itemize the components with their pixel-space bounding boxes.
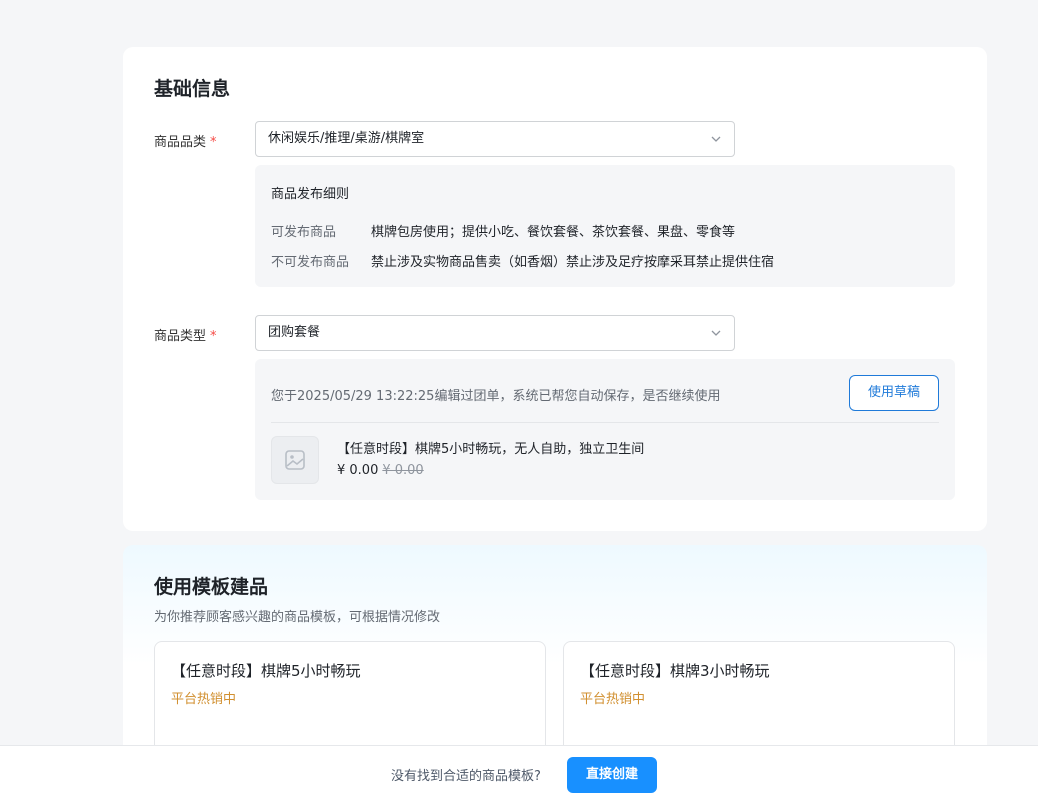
required-mark: * bbox=[210, 135, 217, 150]
footer-bar: 没有找到合适的商品模板? 直接创建 bbox=[0, 745, 1038, 803]
publish-rules-panel: 商品发布细则 可发布商品 棋牌包房使用；提供小吃、餐饮套餐、茶饮套餐、果盘、零食等… bbox=[255, 165, 955, 287]
type-select[interactable]: 团购套餐 bbox=[255, 315, 735, 351]
type-label-text: 商品类型 bbox=[154, 329, 207, 344]
forbidden-rule-row: 不可发布商品 禁止涉及实物商品售卖（如香烟）禁止涉及足疗按摩采耳禁止提供住宿 bbox=[271, 251, 774, 270]
type-select-value: 团购套餐 bbox=[268, 325, 321, 340]
category-label: 商品品类 * bbox=[154, 131, 217, 150]
template-item-title: 【任意时段】棋牌3小时畅玩 bbox=[580, 662, 770, 680]
chevron-down-icon bbox=[710, 122, 722, 156]
draft-message: 您于2025/05/29 13:22:25编辑过团单，系统已帮您自动保存，是否继… bbox=[271, 389, 721, 404]
draft-product-name: 【任意时段】棋牌5小时畅玩，无人自助，独立卫生间 bbox=[337, 442, 645, 457]
template-item-tag: 平台热销中 bbox=[171, 692, 237, 707]
draft-divider bbox=[271, 422, 939, 423]
use-draft-button[interactable]: 使用草稿 bbox=[849, 375, 939, 411]
draft-price-original: ¥ 0.00 bbox=[382, 463, 424, 478]
template-item-tag: 平台热销中 bbox=[580, 692, 646, 707]
basic-info-title: 基础信息 bbox=[154, 78, 231, 100]
template-subtitle: 为你推荐顾客感兴趣的商品模板，可根据情况修改 bbox=[154, 610, 441, 625]
draft-panel: 您于2025/05/29 13:22:25编辑过团单，系统已帮您自动保存，是否继… bbox=[255, 359, 955, 500]
allowed-key: 可发布商品 bbox=[271, 225, 337, 240]
chevron-down-icon bbox=[710, 316, 722, 350]
create-directly-button[interactable]: 直接创建 bbox=[566, 756, 657, 793]
draft-price-current: ¥ 0.00 bbox=[337, 463, 379, 478]
footer-text: 没有找到合适的商品模板? bbox=[391, 769, 541, 784]
rules-title: 商品发布细则 bbox=[271, 187, 350, 202]
category-select-value: 休闲娱乐/推理/桌游/棋牌室 bbox=[268, 131, 425, 146]
forbidden-key: 不可发布商品 bbox=[271, 255, 350, 270]
template-item-title: 【任意时段】棋牌5小时畅玩 bbox=[171, 662, 361, 680]
allowed-rule-row: 可发布商品 棋牌包房使用；提供小吃、餐饮套餐、茶饮套餐、果盘、零食等 bbox=[271, 221, 735, 240]
type-label: 商品类型 * bbox=[154, 325, 217, 344]
image-placeholder-icon bbox=[271, 436, 319, 484]
forbidden-value: 禁止涉及实物商品售卖（如香烟）禁止涉及足疗按摩采耳禁止提供住宿 bbox=[371, 255, 775, 270]
allowed-value: 棋牌包房使用；提供小吃、餐饮套餐、茶饮套餐、果盘、零食等 bbox=[371, 225, 736, 240]
template-title: 使用模板建品 bbox=[154, 576, 269, 598]
category-select[interactable]: 休闲娱乐/推理/桌游/棋牌室 bbox=[255, 121, 735, 157]
category-label-text: 商品品类 bbox=[154, 135, 207, 150]
required-mark: * bbox=[210, 329, 217, 344]
draft-price: ¥ 0.00 ¥ 0.00 bbox=[337, 463, 424, 478]
basic-info-card: 基础信息 商品品类 * 休闲娱乐/推理/桌游/棋牌室 商品发布细则 可发布商品 棋牌… bbox=[123, 47, 987, 531]
